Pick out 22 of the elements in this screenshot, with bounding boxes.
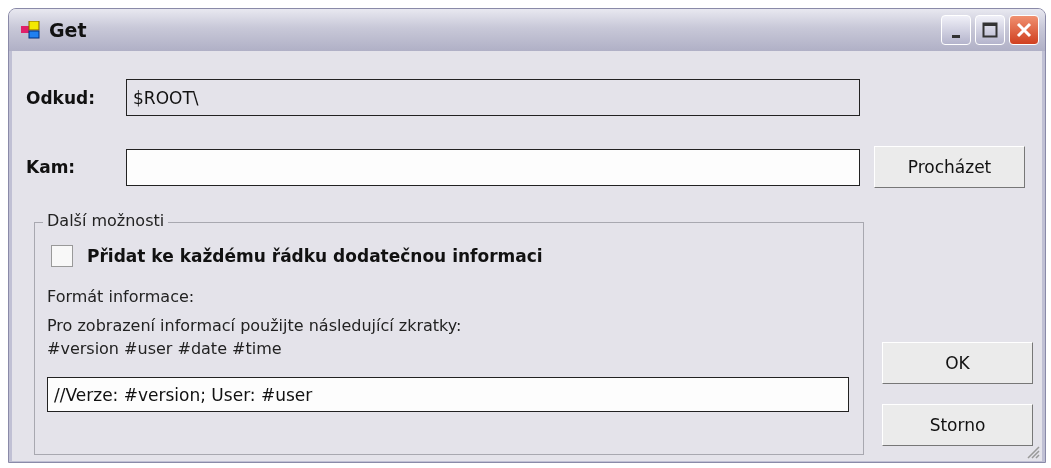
format-input-field[interactable]: //Verze: #version; User: #user [47,377,849,412]
field-label: Kam: [26,157,77,177]
ok-button[interactable]: OK [882,342,1033,384]
maximize-icon [982,22,998,38]
checkbox[interactable] [51,245,73,267]
field-label: Odkud: [26,87,96,108]
minimize-icon [952,34,960,38]
input-field[interactable] [126,148,860,186]
hint-text: Pro zobrazení informací použijte následující zkratky: [47,315,463,337]
cancel-button[interactable]: Storno [882,404,1033,446]
app-icon [21,21,41,39]
window-title: Get [49,19,87,41]
maximize-button[interactable] [975,15,1005,45]
resize-grip-icon [1026,445,1040,459]
close-button[interactable] [1009,15,1039,45]
browse-button[interactable]: Procházet [874,146,1025,188]
hint-text: #version #user #date #time [47,338,283,360]
input-field[interactable]: $ROOT\ [126,79,860,116]
minimize-button[interactable] [941,15,971,45]
format-label: Formát informace: [47,286,196,308]
checkbox-label[interactable]: Přidat ke každému řádku dodatečnou informaci [87,246,543,266]
close-icon [1015,21,1033,39]
